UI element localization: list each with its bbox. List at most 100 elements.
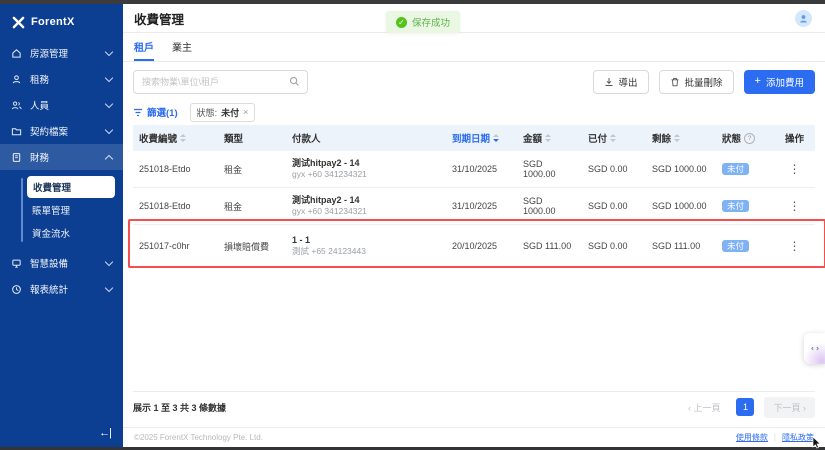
sidebar-item-bill-management[interactable]: 賬單管理 xyxy=(0,198,123,221)
payer-cell: 1 - 1測試 +65 24123443 xyxy=(286,234,446,258)
chevron-down-icon xyxy=(105,125,113,133)
person-icon xyxy=(11,74,22,85)
table-empty-space xyxy=(133,268,815,391)
assistant-float-button[interactable] xyxy=(804,333,825,364)
row-actions-kebab-icon[interactable] xyxy=(783,162,807,176)
fee-type: 租金 xyxy=(218,200,286,213)
column-header-actions: 操作 xyxy=(774,131,815,145)
window-top-edge xyxy=(0,0,825,4)
actions-cell xyxy=(774,199,815,213)
chevron-down-icon xyxy=(105,73,113,81)
ledger-icon xyxy=(11,152,22,163)
column-header-amount[interactable]: 金額 xyxy=(517,131,582,145)
people-icon xyxy=(11,100,22,111)
status-cell: 未付 xyxy=(716,240,774,253)
column-header-remaining[interactable]: 剩餘 xyxy=(646,131,716,145)
app-footer: ©2025 ForentX Technology Pte. Ltd. 使用條款 … xyxy=(123,427,825,447)
table-row-highlighted[interactable]: 251017-c0hr 損壞賠償費 1 - 1測試 +65 24123443 2… xyxy=(133,225,815,268)
next-page-button[interactable]: 下一頁 xyxy=(764,397,815,418)
filter-bar: 篩選(1) 狀態: 未付 × xyxy=(133,103,815,121)
user-avatar[interactable] xyxy=(795,10,812,27)
page-header: 收費管理 xyxy=(123,4,825,33)
export-button[interactable]: 導出 xyxy=(593,70,649,94)
fees-table: 收費編號 類型 付款人 到期日期 金額 已付 剩餘 狀態? 操作 251018-… xyxy=(133,125,815,427)
batch-delete-button[interactable]: 批量刪除 xyxy=(659,70,734,94)
pagination: 展示 1 至 3 共 3 條數據 上一頁 1 下一頁 xyxy=(133,391,815,422)
sidebar-item-reports[interactable]: 報表統計 xyxy=(0,276,123,302)
bot-face-icon xyxy=(810,344,820,354)
sidebar-item-finance[interactable]: 財務 xyxy=(0,144,123,170)
tab-tenant[interactable]: 租戶 xyxy=(134,39,154,61)
amount: SGD 1000.00 xyxy=(517,196,582,216)
row-actions-kebab-icon[interactable] xyxy=(783,239,807,253)
fee-type: 損壞賠償費 xyxy=(218,240,286,253)
sidebar-item-tenancy[interactable]: 租務 xyxy=(0,66,123,92)
table-header-row: 收費編號 類型 付款人 到期日期 金額 已付 剩餘 狀態? 操作 xyxy=(133,125,815,151)
column-header-fee-id[interactable]: 收費編號 xyxy=(133,131,218,145)
tab-owner[interactable]: 業主 xyxy=(172,39,192,61)
sidebar-item-cash-flow[interactable]: 資金流水 xyxy=(0,221,123,244)
sidebar-item-smart-devices[interactable]: 智慧設備 xyxy=(0,250,123,276)
filter-button[interactable]: 篩選(1) xyxy=(133,105,178,119)
trash-icon xyxy=(670,77,680,87)
fee-type: 租金 xyxy=(218,163,286,176)
sidebar-item-personnel[interactable]: 人員 xyxy=(0,92,123,118)
sidebar-collapse-icon[interactable]: ←| xyxy=(99,427,111,439)
app-window: ForentX 房源管理 租務 人員 契約檔案 財務 xyxy=(0,0,825,450)
column-header-payer: 付款人 xyxy=(286,131,446,145)
sidebar-item-properties[interactable]: 房源管理 xyxy=(0,40,123,66)
due-date: 20/10/2025 xyxy=(446,241,517,251)
actions-cell xyxy=(774,239,815,253)
chevron-up-icon xyxy=(105,154,113,162)
privacy-link[interactable]: 隱私政策 xyxy=(782,432,814,443)
amount: SGD 1000.00 xyxy=(517,159,582,179)
filter-tag-status-unpaid: 狀態: 未付 × xyxy=(190,103,256,122)
previous-page-button[interactable]: 上一頁 xyxy=(682,398,727,417)
paid: SGD 0.00 xyxy=(582,164,646,174)
payer-cell: 測试hitpay2 - 14gyx +60 341234321 xyxy=(286,194,446,218)
device-icon xyxy=(11,258,22,269)
fee-id: 251018-Etdo xyxy=(133,164,218,174)
column-header-paid[interactable]: 已付 xyxy=(582,131,646,145)
sort-icon xyxy=(180,134,186,142)
download-icon xyxy=(604,77,614,87)
sort-icon xyxy=(545,134,551,142)
chevron-down-icon xyxy=(105,99,113,107)
chevron-down-icon xyxy=(105,47,113,55)
sort-icon xyxy=(610,134,616,142)
sort-icon xyxy=(674,134,680,142)
column-header-due-date[interactable]: 到期日期 xyxy=(446,131,517,145)
table-row[interactable]: 251018-Etdo 租金 測试hitpay2 - 14gyx +60 341… xyxy=(133,188,815,225)
add-fee-button[interactable]: + 添加費用 xyxy=(744,70,815,94)
status-badge: 未付 xyxy=(722,240,749,253)
row-actions-kebab-icon[interactable] xyxy=(783,199,807,213)
brand-logo: ForentX xyxy=(0,4,123,40)
search-input[interactable] xyxy=(133,70,308,94)
search-box xyxy=(133,70,308,94)
check-circle-icon: ✓ xyxy=(396,17,407,28)
search-icon xyxy=(289,76,300,87)
finance-submenu: 收費管理 賬單管理 資金流水 xyxy=(0,170,123,250)
sidebar-item-fee-management[interactable]: 收費管理 xyxy=(27,176,115,198)
help-icon[interactable]: ? xyxy=(744,133,755,144)
tag-close-icon[interactable]: × xyxy=(243,108,248,117)
payer-cell: 測试hitpay2 - 14gyx +60 341234321 xyxy=(286,157,446,181)
sidebar: ForentX 房源管理 租務 人員 契約檔案 財務 xyxy=(0,4,123,447)
fee-id: 251018-Etdo xyxy=(133,201,218,211)
chevron-down-icon xyxy=(105,283,113,291)
person-icon xyxy=(798,13,809,24)
home-icon xyxy=(11,48,22,59)
brand-x-icon xyxy=(12,16,25,29)
actions-cell xyxy=(774,162,815,176)
page-number-1[interactable]: 1 xyxy=(736,398,754,416)
status-badge: 未付 xyxy=(722,200,749,213)
sort-icon xyxy=(493,134,499,142)
tab-bar: 租戶 業主 xyxy=(123,33,825,62)
paid: SGD 0.00 xyxy=(582,201,646,211)
terms-link[interactable]: 使用條款 xyxy=(736,432,768,443)
table-row[interactable]: 251018-Etdo 租金 測试hitpay2 - 14gyx +60 341… xyxy=(133,151,815,188)
remaining: SGD 1000.00 xyxy=(646,201,716,211)
chevron-down-icon xyxy=(105,257,113,265)
mouse-cursor xyxy=(812,437,823,449)
sidebar-item-contracts[interactable]: 契約檔案 xyxy=(0,118,123,144)
